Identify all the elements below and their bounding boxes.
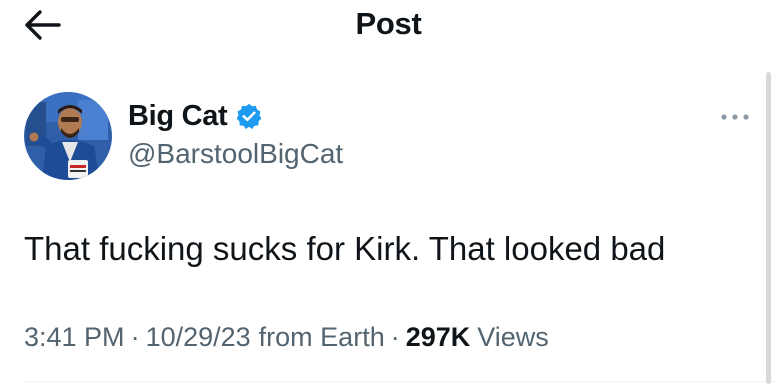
more-horizontal-icon — [721, 114, 749, 120]
more-options-button[interactable] — [718, 105, 752, 129]
author-handle[interactable]: @BarstoolBigCat — [128, 138, 343, 170]
meta-separator: · — [390, 322, 400, 352]
author-name-row: Big Cat — [128, 96, 263, 136]
verified-badge-icon — [235, 102, 263, 130]
post-source: from Earth — [258, 322, 385, 352]
scrollbar[interactable] — [766, 72, 771, 384]
avatar[interactable] — [24, 92, 112, 180]
page-title: Post — [355, 6, 422, 41]
author-display-name[interactable]: Big Cat — [128, 100, 228, 133]
post-text: That fucking sucks for Kirk. That looked… — [24, 230, 666, 267]
post-date[interactable]: 10/29/23 — [146, 322, 251, 353]
post-metadata: 3:41 PM · 10/29/23 from Earth · 297K Vie… — [24, 322, 549, 353]
views-count[interactable]: 297K — [406, 322, 471, 353]
views-label: Views — [477, 322, 549, 352]
meta-separator: · — [130, 322, 140, 352]
divider — [24, 381, 777, 382]
post-time[interactable]: 3:41 PM — [24, 322, 125, 353]
top-bar: Post — [0, 0, 777, 48]
